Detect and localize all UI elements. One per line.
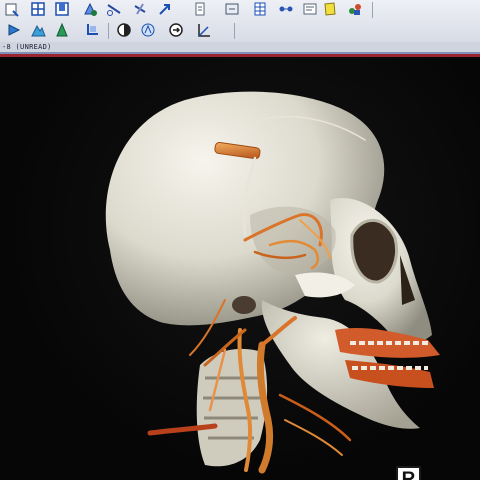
measure-icon[interactable] — [2, 0, 22, 17]
rotate-3d-icon[interactable] — [130, 0, 150, 17]
rotate-icon[interactable] — [166, 21, 186, 38]
orientation-label: R — [401, 468, 416, 480]
orientation-marker: R — [396, 466, 421, 480]
mountain-icon[interactable] — [28, 21, 48, 38]
report-icon[interactable] — [300, 0, 320, 17]
play-icon[interactable] — [4, 21, 24, 38]
export-icon[interactable] — [320, 0, 340, 17]
crop-icon[interactable] — [82, 21, 102, 38]
angle-icon[interactable] — [194, 21, 214, 38]
grid-icon[interactable] — [250, 0, 270, 17]
single-view-icon[interactable] — [52, 0, 72, 17]
contrast-icon[interactable] — [114, 21, 134, 38]
plugin-icon[interactable] — [345, 0, 365, 17]
lighting-icon[interactable] — [138, 21, 158, 38]
cut-tool-icon[interactable] — [104, 0, 124, 17]
toolbar-divider — [372, 2, 373, 18]
arrow-tool-icon[interactable] — [155, 0, 175, 17]
connect-icon[interactable] — [276, 0, 296, 17]
volume-render-viewport[interactable]: R — [0, 57, 480, 480]
skull-3d-render — [105, 91, 440, 474]
document-icon[interactable] — [190, 0, 210, 17]
series-status: -8 (UNREAD) — [2, 43, 52, 51]
layout-grid-icon[interactable] — [28, 0, 48, 17]
volume-render-icon[interactable] — [80, 0, 100, 17]
status-bar: -8 (UNREAD) — [0, 42, 480, 54]
pan-icon[interactable] — [222, 0, 242, 17]
toolbar-divider — [108, 23, 109, 39]
toolbar — [0, 0, 480, 43]
triangle-tool-icon[interactable] — [52, 21, 72, 38]
toolbar-divider — [234, 23, 235, 39]
